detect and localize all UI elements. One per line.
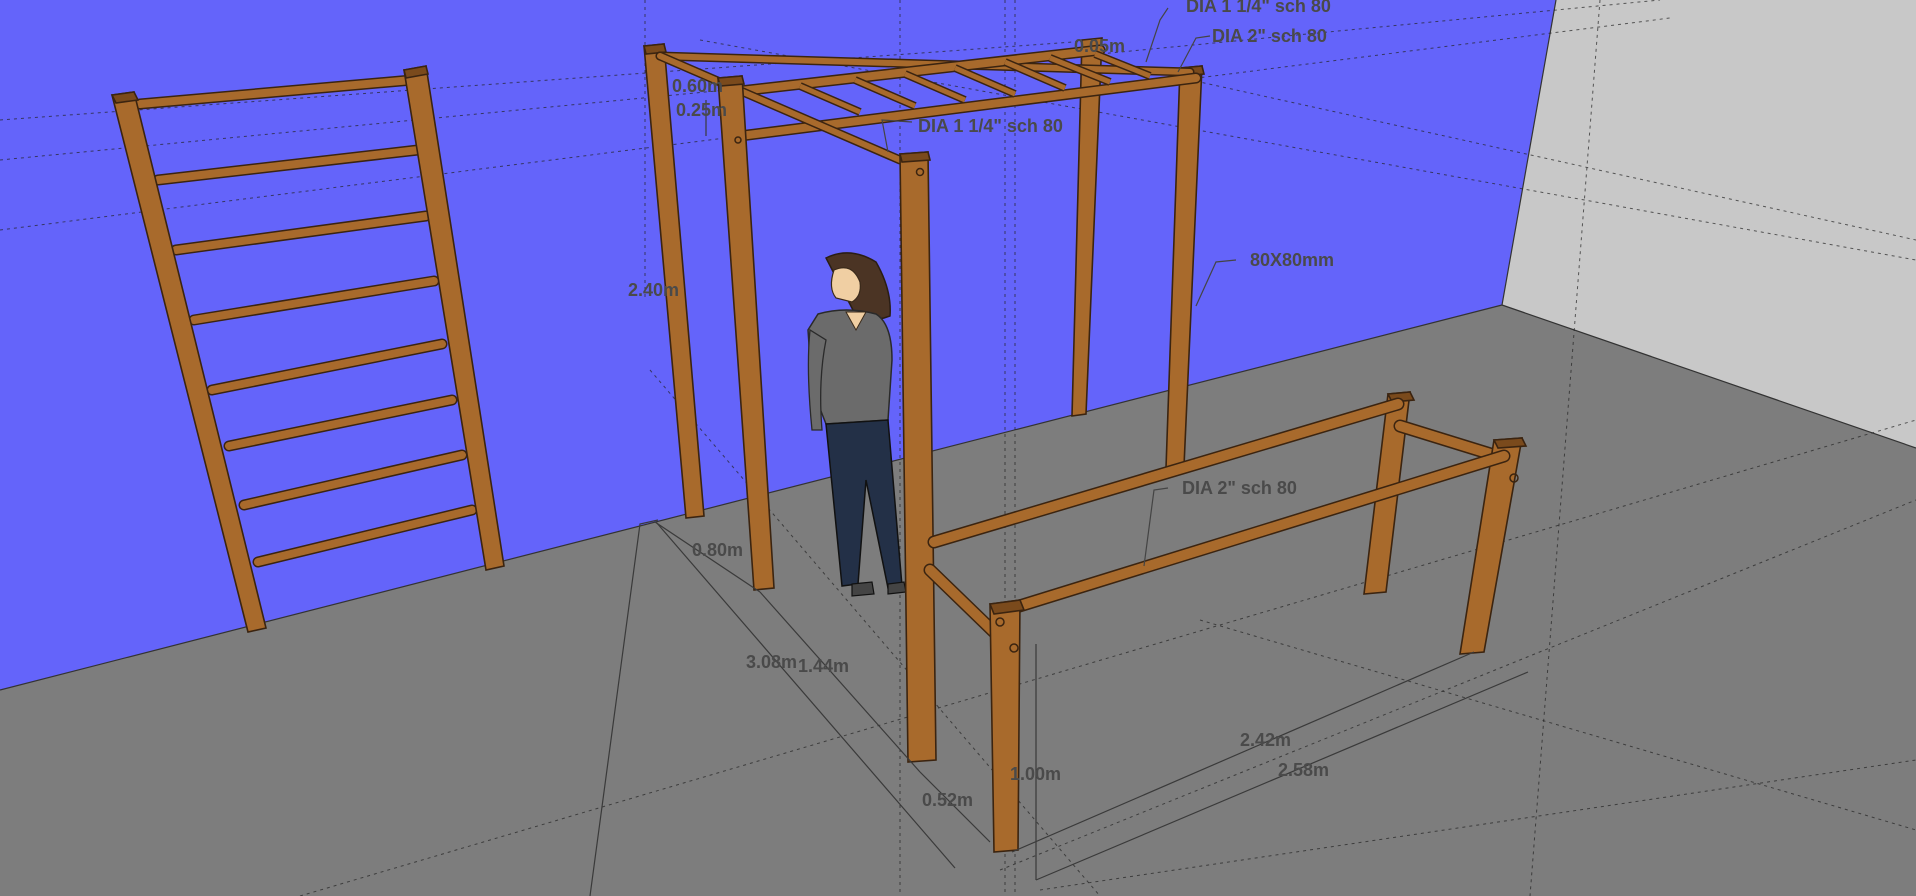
dim-rung-spacing-a: 0.60m <box>672 76 723 96</box>
dim-gap: 0.52m <box>922 790 973 810</box>
dim-depth-frame: 0.80m <box>692 540 743 560</box>
dim-total-length: 3.08m <box>746 652 797 672</box>
label-monkey-bar-rung: DIA 1 1/4" sch 80 <box>1186 0 1331 16</box>
dim-bar-length-outer: 2.58m <box>1278 760 1329 780</box>
playground-diagram: DIA 1 1/4" sch 80 DIA 2" sch 80 DIA 1 1/… <box>0 0 1916 896</box>
label-top-rail: DIA 2" sch 80 <box>1212 26 1327 46</box>
dim-bar-length-inner: 2.42m <box>1240 730 1291 750</box>
label-inner-rail: DIA 1 1/4" sch 80 <box>918 116 1063 136</box>
dim-rung-spacing-b: 0.25m <box>676 100 727 120</box>
label-parallel-bar-rail: DIA 2" sch 80 <box>1182 478 1297 498</box>
dim-inner-length: 1.44m <box>798 656 849 676</box>
dim-height: 2.40m <box>628 280 679 300</box>
dim-bar-height: 1.00m <box>1010 764 1061 784</box>
dim-top-offset: 0.05m <box>1074 36 1125 56</box>
label-post-size: 80X80mm <box>1250 250 1334 270</box>
